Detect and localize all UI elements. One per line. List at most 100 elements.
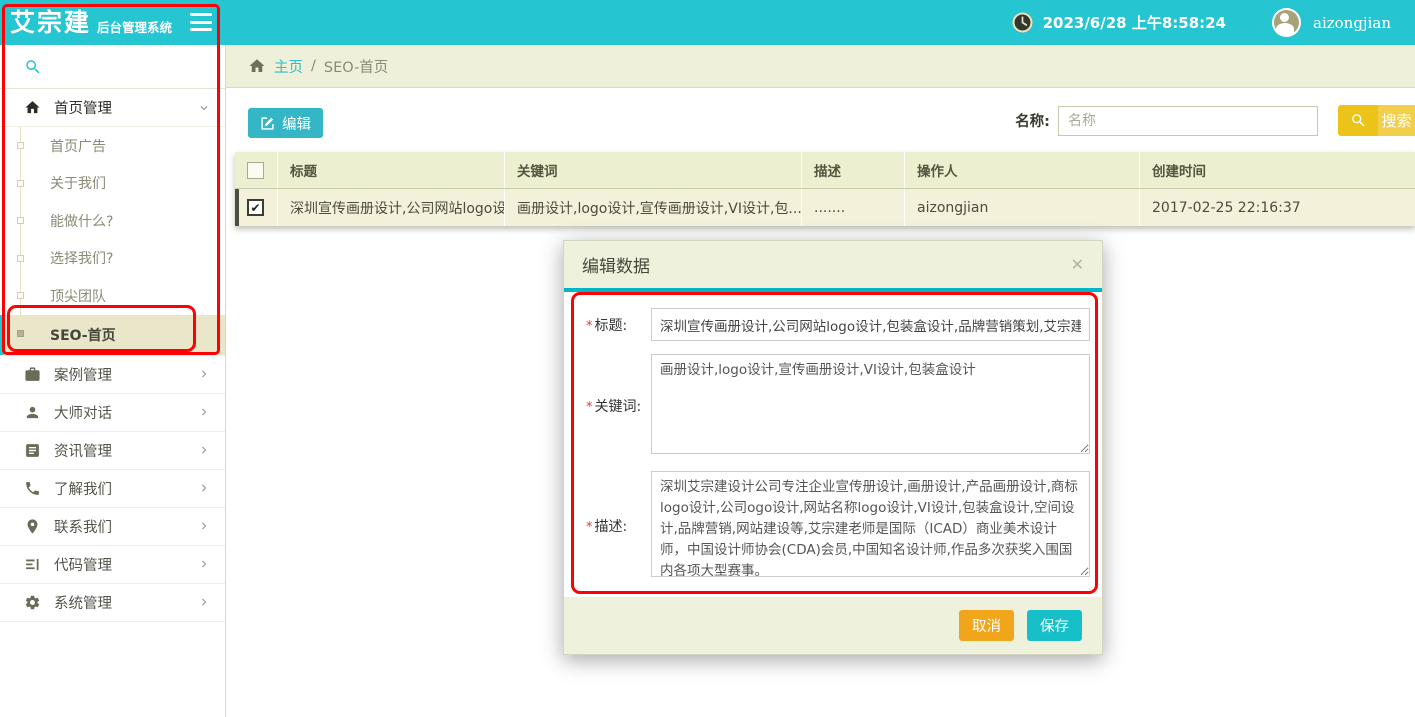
- search-icon: [1338, 105, 1378, 136]
- topbar: 艾宗建 后台管理系统 2023/6/28 上午8:58:24 aizongjia…: [0, 0, 1415, 45]
- app-logo: 艾宗建: [10, 10, 91, 35]
- search-button-label: 搜索: [1378, 105, 1415, 136]
- breadcrumb: 主页 / SEO-首页: [226, 45, 1415, 88]
- bullet-icon: [17, 330, 24, 337]
- required-mark: *: [586, 400, 593, 415]
- subitem-label: 选择我们?: [50, 248, 113, 268]
- cell-keywords: 画册设计,logo设计,宣传画册设计,VI设计,包...: [505, 189, 802, 226]
- edit-button-label: 编辑: [282, 113, 311, 134]
- gear-icon: [24, 594, 41, 611]
- modal-title: 编辑数据: [582, 252, 650, 277]
- select-all-checkbox[interactable]: [247, 162, 264, 179]
- table-row[interactable]: 深圳宣传画册设计,公司网站logo设计,包装... 画册设计,logo设计,宣传…: [235, 189, 1415, 226]
- sidebar-subitem-seo-home-active[interactable]: SEO-首页: [0, 315, 225, 355]
- topbar-right: 2023/6/28 上午8:58:24 aizongjian: [1011, 8, 1415, 37]
- sidebar-item-know-us[interactable]: 了解我们: [0, 470, 225, 508]
- chevron-right-icon: [197, 595, 211, 609]
- modal-header: 编辑数据 ✕: [564, 241, 1102, 288]
- search-group: 名称: 搜索: [1015, 105, 1415, 136]
- sidebar-search[interactable]: [0, 45, 225, 89]
- sidebar-item-label: 联系我们: [54, 516, 112, 537]
- sidebar-item-code-manage[interactable]: 代码管理: [0, 546, 225, 584]
- sidebar-item-label: 了解我们: [54, 478, 112, 499]
- toolbar: 编辑 名称: 搜索: [226, 88, 1415, 152]
- sidebar-item-case-manage[interactable]: 案例管理: [0, 356, 225, 394]
- modal-footer: 取消 保存: [564, 597, 1102, 654]
- chevron-down-icon: [197, 101, 211, 115]
- briefcase-icon: [24, 366, 41, 383]
- sidebar-subitem-why-us[interactable]: 选择我们?: [0, 240, 225, 278]
- required-mark: *: [586, 520, 593, 535]
- sidebar-item-label: 资讯管理: [54, 440, 112, 461]
- edit-data-modal: 编辑数据 ✕ *标题: *关键词: 画册设计,logo设计,宣传画册设计,VI设…: [563, 240, 1103, 655]
- required-mark: *: [586, 319, 593, 334]
- app-subtitle: 后台管理系统: [97, 17, 172, 36]
- code-list-icon: [24, 556, 41, 573]
- chevron-right-icon: [197, 481, 211, 495]
- column-header-created: 创建时间: [1140, 152, 1415, 188]
- sidebar: 首页管理 首页广告 关于我们 能做什么? 选择我们? 顶尖团队 SEO-首页: [0, 45, 226, 717]
- avatar[interactable]: [1272, 8, 1301, 37]
- sidebar-item-news-manage[interactable]: 资讯管理: [0, 432, 225, 470]
- sidebar-item-label: 案例管理: [54, 364, 112, 385]
- column-header-description: 描述: [802, 152, 905, 188]
- subitem-label: 能做什么?: [50, 211, 113, 231]
- row-checkbox-checked[interactable]: [247, 199, 264, 216]
- bullet-icon: [17, 217, 24, 224]
- subitem-label: SEO-首页: [50, 325, 116, 345]
- edit-button[interactable]: 编辑: [248, 108, 323, 138]
- keywords-textarea[interactable]: 画册设计,logo设计,宣传画册设计,VI设计,包装盒设计: [651, 354, 1090, 454]
- chevron-right-icon: [197, 557, 211, 571]
- column-header-keywords: 关键词: [505, 152, 802, 188]
- cancel-button[interactable]: 取消: [959, 610, 1014, 641]
- sidebar-subitem-top-team[interactable]: 顶尖团队: [0, 277, 225, 315]
- search-button[interactable]: 搜索: [1338, 105, 1415, 136]
- sidebar-item-contact-us[interactable]: 联系我们: [0, 508, 225, 546]
- hamburger-icon[interactable]: [190, 13, 212, 31]
- modal-body: *标题: *关键词: 画册设计,logo设计,宣传画册设计,VI设计,包装盒设计…: [564, 292, 1102, 581]
- home-manage-submenu: 首页广告 关于我们 能做什么? 选择我们? 顶尖团队 SEO-首页: [0, 127, 225, 356]
- chevron-right-icon: [197, 367, 211, 381]
- title-input[interactable]: [651, 308, 1090, 341]
- logo-area: 艾宗建 后台管理系统: [0, 0, 226, 45]
- cell-created: 2017-02-25 22:16:37: [1140, 189, 1415, 226]
- sidebar-item-master-dialog[interactable]: 大师对话: [0, 394, 225, 432]
- home-icon: [24, 99, 41, 116]
- home-icon: [248, 57, 266, 75]
- sidebar-item-label: 代码管理: [54, 554, 112, 575]
- bullet-icon: [17, 292, 24, 299]
- cell-description: .......: [802, 189, 905, 226]
- subitem-label: 首页广告: [50, 136, 106, 156]
- field-row-description: *描述: 深圳艾宗建设计公司专注企业宣传册设计,画册设计,产品画册设计,商标lo…: [586, 471, 1090, 581]
- close-icon[interactable]: ✕: [1071, 257, 1084, 273]
- bullet-icon: [17, 142, 24, 149]
- description-textarea[interactable]: 深圳艾宗建设计公司专注企业宣传册设计,画册设计,产品画册设计,商标logo设计,…: [651, 471, 1090, 577]
- seo-table: 标题 关键词 描述 操作人 创建时间 深圳宣传画册设计,公司网站logo设计,包…: [235, 152, 1415, 226]
- selected-row-stripe: [235, 189, 239, 226]
- sidebar-subitem-home-ad[interactable]: 首页广告: [0, 127, 225, 165]
- column-header-title: 标题: [278, 152, 505, 188]
- map-pin-icon: [24, 518, 41, 535]
- sidebar-item-system-manage[interactable]: 系统管理: [0, 584, 225, 622]
- clock-icon: [1011, 11, 1034, 34]
- sidebar-item-label: 系统管理: [54, 592, 112, 613]
- sidebar-item-home-manage[interactable]: 首页管理: [0, 89, 225, 127]
- field-label-title: *标题:: [586, 315, 651, 335]
- sidebar-subitem-about-us[interactable]: 关于我们: [0, 165, 225, 203]
- table-header-row: 标题 关键词 描述 操作人 创建时间: [235, 152, 1415, 189]
- breadcrumb-home-link[interactable]: 主页: [274, 56, 303, 77]
- chevron-right-icon: [197, 443, 211, 457]
- chevron-right-icon: [197, 519, 211, 533]
- field-row-title: *标题:: [586, 308, 1090, 341]
- breadcrumb-separator: /: [311, 58, 316, 74]
- breadcrumb-current: SEO-首页: [324, 56, 388, 77]
- datetime-text: 2023/6/28 上午8:58:24: [1043, 12, 1226, 33]
- subitem-label: 顶尖团队: [50, 286, 106, 306]
- name-search-input[interactable]: [1058, 106, 1318, 136]
- username-text[interactable]: aizongjian: [1313, 14, 1391, 32]
- cell-title: 深圳宣传画册设计,公司网站logo设计,包装...: [278, 189, 505, 226]
- save-button[interactable]: 保存: [1027, 610, 1082, 641]
- column-header-operator: 操作人: [905, 152, 1140, 188]
- sidebar-subitem-what-we-do[interactable]: 能做什么?: [0, 202, 225, 240]
- field-label-keywords: *关键词:: [586, 396, 651, 416]
